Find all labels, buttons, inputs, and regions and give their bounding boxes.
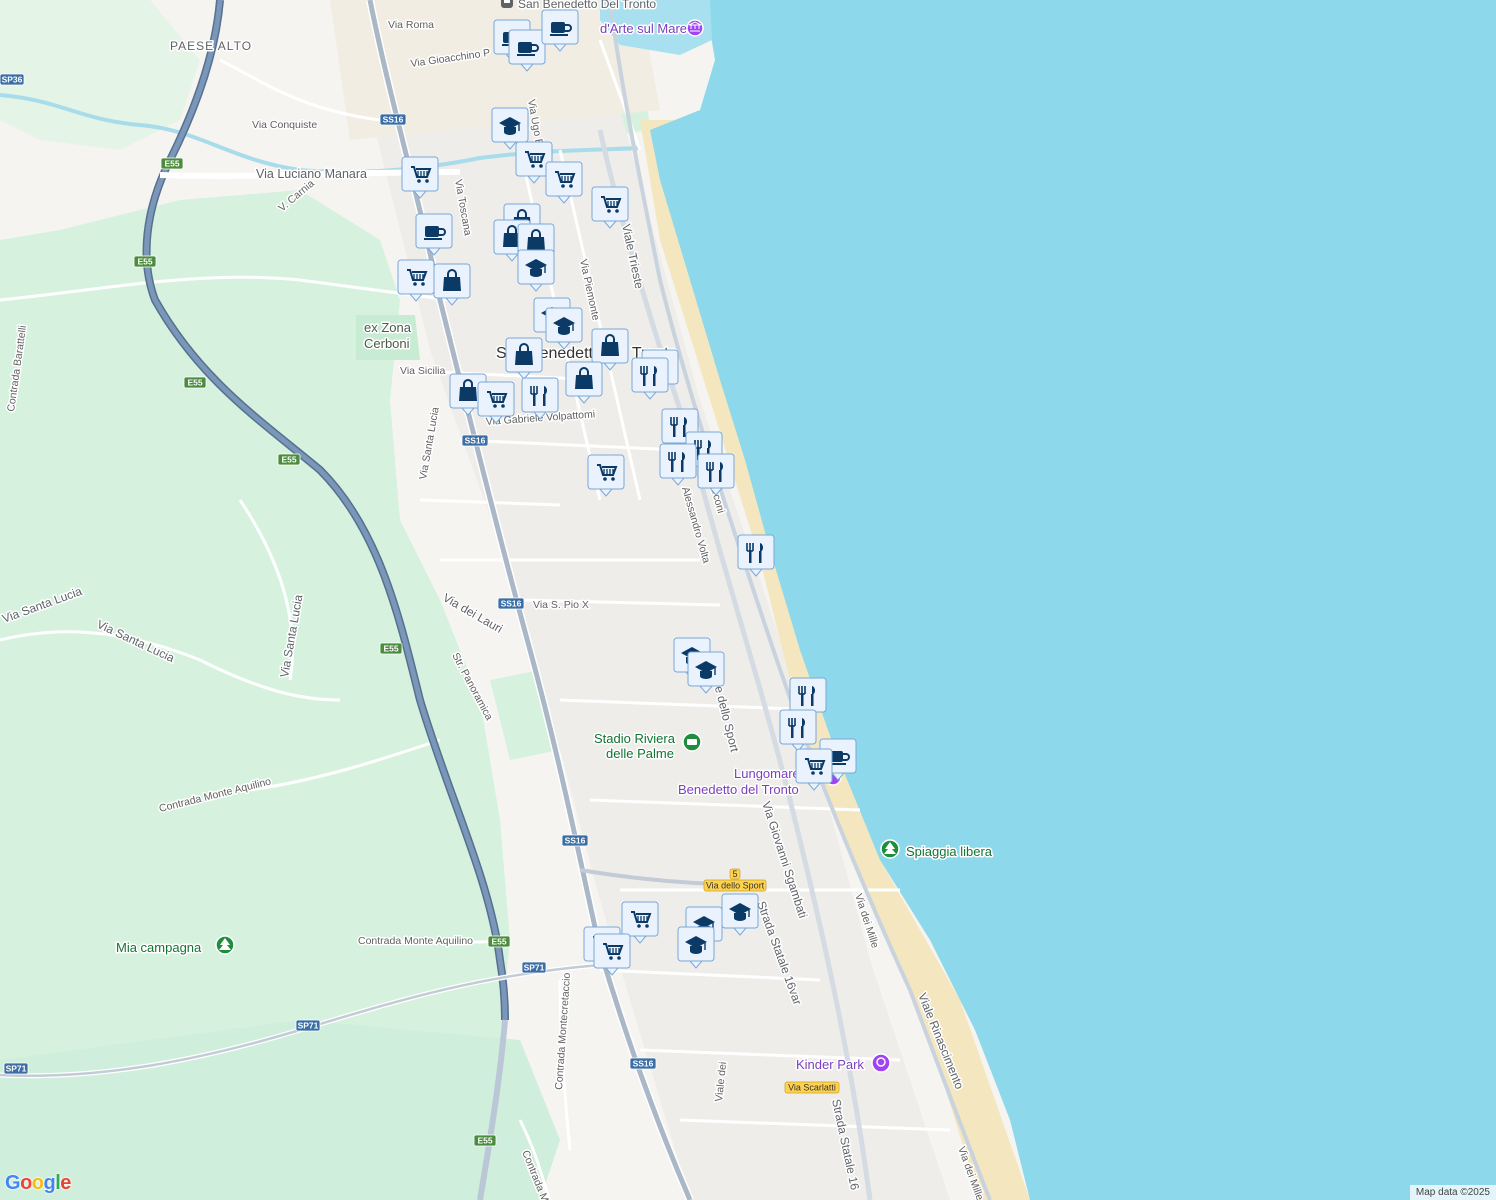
sign-via-dello-sport: Via dello Sport <box>703 879 767 892</box>
svg-text:E55: E55 <box>281 455 296 465</box>
label-mia-campagna: Mia campagna <box>116 940 202 955</box>
shield-ss16: SS16 <box>629 1057 657 1070</box>
label-kinder-park: Kinder Park <box>796 1057 864 1072</box>
tree-icon[interactable] <box>880 839 900 859</box>
label-cerboni: Cerboni <box>364 336 410 351</box>
svg-text:SS16: SS16 <box>465 436 486 446</box>
label-via-luciano-manara: Via Luciano Manara <box>256 167 367 181</box>
label-via-roma: Via Roma <box>388 19 434 31</box>
shield-ss16: SS16 <box>497 597 525 610</box>
shield-sp71: SP71 <box>295 1019 321 1032</box>
svg-text:E55: E55 <box>477 1136 492 1146</box>
shield-ss16: SS16 <box>561 834 589 847</box>
sign-via-scarlatti: Via Scarlatti <box>784 1081 840 1094</box>
label-ex-zona: ex Zona <box>364 320 412 335</box>
svg-text:5: 5 <box>732 869 737 879</box>
train-station-icon[interactable] <box>501 0 513 8</box>
sign-route-5: 5 <box>729 868 741 880</box>
label-lungomare-line1: Lungomare <box>734 766 800 781</box>
svg-text:E55: E55 <box>164 159 179 169</box>
shield-e55: E55 <box>487 935 511 948</box>
shield-ss16: SS16 <box>379 113 407 126</box>
shield-ss16: SS16 <box>461 434 489 447</box>
label-via-s-pio-x: Via S. Pio X <box>533 599 589 611</box>
label-stadio-line2: delle Palme <box>606 746 674 761</box>
label-via-sicilia: Via Sicilia <box>400 365 445 377</box>
amusement-icon[interactable] <box>871 1053 891 1073</box>
label-lungomare-line2: Benedetto del Tronto <box>678 782 799 797</box>
svg-text:SP71: SP71 <box>298 1021 319 1031</box>
shield-e55: E55 <box>183 376 207 389</box>
shield-e55: E55 <box>379 642 403 655</box>
svg-text:E55: E55 <box>187 378 202 388</box>
label-arte-sul-mare: d'Arte sul Mare <box>600 21 687 36</box>
shield-e55: E55 <box>133 255 157 268</box>
map-canvas[interactable]: SP36 E55 E55 E55 E55 E55 E55 E55 SS16 SS… <box>0 0 1496 1200</box>
svg-text:E55: E55 <box>491 937 506 947</box>
stadium-icon[interactable] <box>682 732 702 752</box>
svg-text:SS16: SS16 <box>383 115 404 125</box>
label-spiaggia-libera: Spiaggia libera <box>906 844 993 859</box>
shield-sp36: SP36 <box>0 73 25 86</box>
label-via-conquiste: Via Conquiste <box>252 119 317 131</box>
svg-text:Via Scarlatti: Via Scarlatti <box>788 1083 836 1093</box>
svg-text:E55: E55 <box>137 257 152 267</box>
svg-text:SS16: SS16 <box>501 599 522 609</box>
label-paese-alto: PAESE ALTO <box>170 39 252 53</box>
label-city-top: San Benedetto Del Tronto <box>518 0 656 11</box>
svg-text:SS16: SS16 <box>565 836 586 846</box>
label-stadio-line1: Stadio Riviera <box>594 731 676 746</box>
label-contrada-monte-aquilino: Contrada Monte Aquilino <box>358 935 473 947</box>
tree-icon[interactable] <box>215 935 235 955</box>
svg-text:SP71: SP71 <box>524 963 545 973</box>
museum-icon[interactable] <box>686 19 704 37</box>
google-logo: Google <box>5 1172 71 1194</box>
svg-text:SS16: SS16 <box>633 1059 654 1069</box>
svg-text:SP71: SP71 <box>6 1064 27 1074</box>
shield-e55: E55 <box>277 453 301 466</box>
svg-text:Via dello Sport: Via dello Sport <box>706 881 765 891</box>
shield-e55: E55 <box>160 157 184 170</box>
shield-sp71: SP71 <box>521 961 547 974</box>
shield-e55: E55 <box>473 1134 497 1147</box>
svg-text:SP36: SP36 <box>2 75 23 85</box>
map-attribution[interactable]: Map data ©2025 <box>1409 1185 1496 1200</box>
shield-sp71: SP71 <box>3 1062 29 1075</box>
svg-text:E55: E55 <box>383 644 398 654</box>
